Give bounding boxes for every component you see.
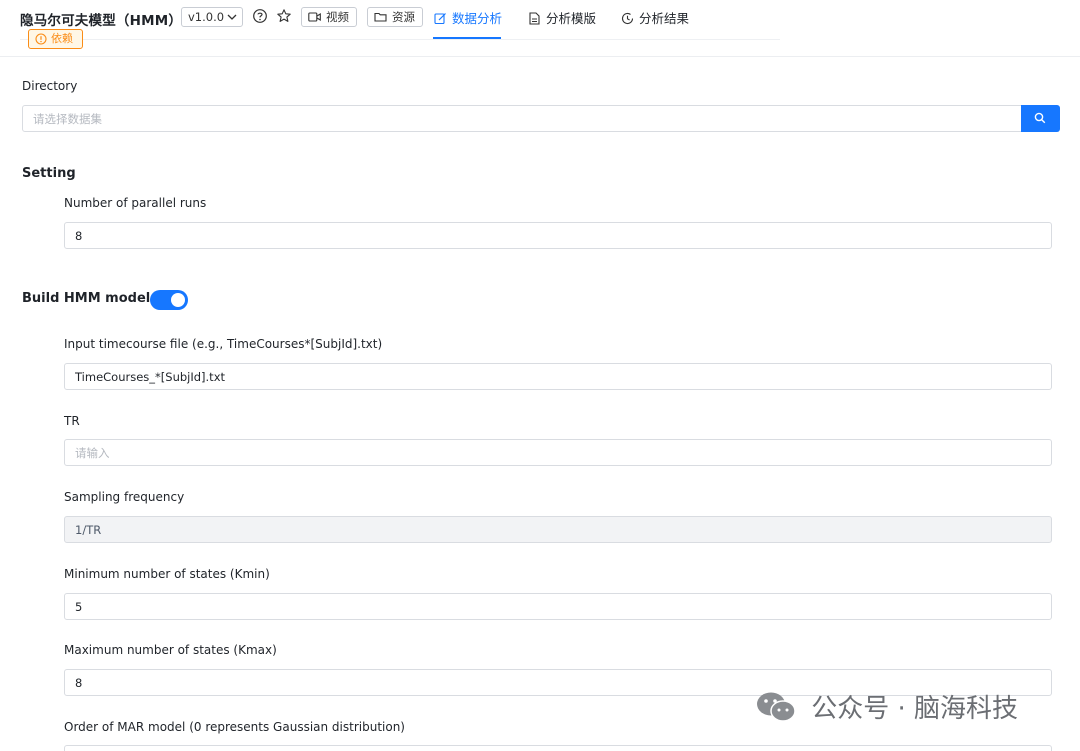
video-icon <box>308 12 321 22</box>
search-button[interactable] <box>1021 105 1060 132</box>
tab-analysis-template[interactable]: 分析模版 <box>528 10 596 40</box>
wechat-icon <box>757 692 796 722</box>
dependency-label: 依赖 <box>51 32 73 45</box>
edit-icon <box>434 13 446 25</box>
timecourse-input[interactable] <box>64 363 1052 390</box>
tab-label: 数据分析 <box>452 11 503 26</box>
star-icon[interactable] <box>276 8 292 24</box>
resource-button[interactable]: 资源 <box>367 7 423 27</box>
watermark-text: 公众号 · 脑海科技 <box>811 694 1019 724</box>
info-icon <box>35 33 47 45</box>
parallel-runs-input[interactable] <box>64 222 1052 249</box>
help-icon[interactable] <box>252 8 268 24</box>
file-icon <box>529 12 540 25</box>
dependency-badge[interactable]: 依赖 <box>28 29 83 49</box>
setting-section-title: Setting <box>22 166 76 181</box>
kmin-input[interactable] <box>64 593 1052 620</box>
tab-label: 分析结果 <box>639 11 690 26</box>
directory-label: Directory <box>22 79 78 93</box>
sampling-frequency-label: Sampling frequency <box>64 490 185 504</box>
version-select[interactable]: v1.0.0 <box>181 7 243 27</box>
tr-input[interactable] <box>64 439 1052 466</box>
sampling-frequency-input <box>64 516 1052 543</box>
tab-divider <box>20 39 780 40</box>
tr-label: TR <box>64 414 80 428</box>
parallel-runs-label: Number of parallel runs <box>64 196 207 210</box>
kmax-label: Maximum number of states (Kmax) <box>64 643 277 657</box>
search-icon <box>1034 112 1046 124</box>
mar-order-label: Order of MAR model (0 represents Gaussia… <box>64 720 405 734</box>
mar-order-input[interactable] <box>64 745 1052 751</box>
resource-label: 资源 <box>392 10 415 24</box>
build-section-title: Build HMM model <box>22 291 151 306</box>
tab-analysis-result[interactable]: 分析结果 <box>621 10 689 40</box>
timecourse-label: Input timecourse file (e.g., TimeCourses… <box>64 337 383 351</box>
directory-input[interactable] <box>22 105 1022 132</box>
tab-data-analysis[interactable]: 数据分析 <box>434 10 502 40</box>
toggle-knob <box>171 293 185 307</box>
build-model-toggle[interactable] <box>150 290 188 310</box>
video-label: 视频 <box>326 10 349 24</box>
tab-label: 分析模版 <box>546 11 597 26</box>
header-bar: 隐马尔可夫模型（HMM） v1.0.0 视频 资源 数据分析 分析模版 分析结果… <box>0 0 1080 57</box>
history-icon <box>621 12 634 24</box>
folder-icon <box>374 12 387 22</box>
watermark: 公众号 · 脑海科技 <box>755 688 1018 725</box>
version-label: v1.0.0 <box>188 10 225 24</box>
app-title: 隐马尔可夫模型（HMM） <box>20 13 183 29</box>
video-button[interactable]: 视频 <box>301 7 357 27</box>
active-tab-indicator <box>433 37 501 39</box>
chevron-down-icon <box>227 14 237 20</box>
kmin-label: Minimum number of states (Kmin) <box>64 567 270 581</box>
